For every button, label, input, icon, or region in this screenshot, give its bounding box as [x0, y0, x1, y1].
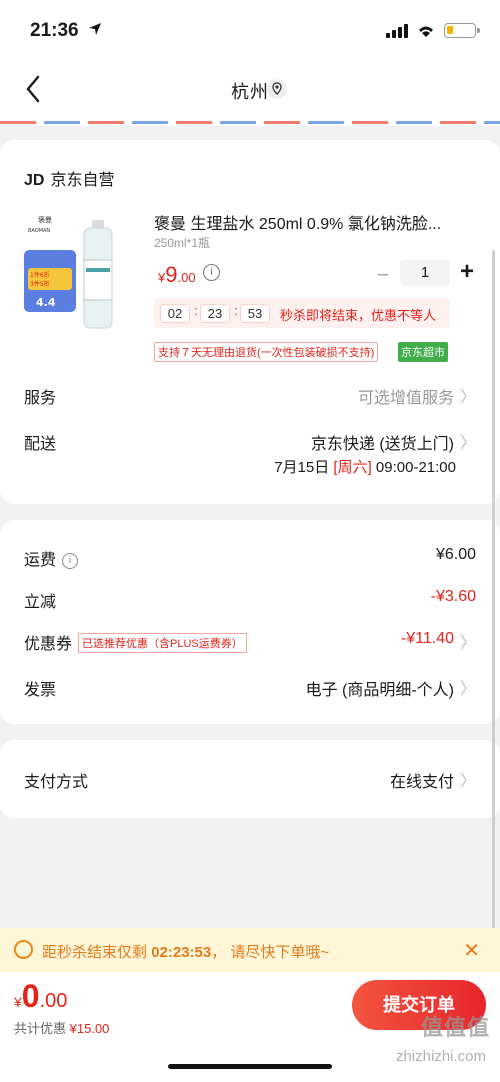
chevron-right-icon: 〉: [459, 435, 476, 452]
return-policy-tag: 支持７天无理由退货(一次性包装破损不支持): [154, 342, 379, 362]
countdown-text: 秒杀即将结束，优惠不等人: [280, 308, 437, 323]
order-item-card: JD 京东自营 褒曼 BAOMAN 1件6折 3件5折 4.4 褒曼 生理盐水 2…: [0, 140, 500, 504]
shop-name[interactable]: JD 京东自营: [24, 166, 114, 190]
home-indicator[interactable]: [168, 1064, 332, 1069]
flash-sale-countdown: 02 : 23 : 53 秒杀即将结束，优惠不等人: [154, 298, 450, 328]
quantity-input[interactable]: 1: [400, 260, 450, 286]
quantity-increase-button[interactable]: +: [456, 258, 478, 286]
checkout-bar: ¥0.00 共计优惠 ¥15.00 提交订单 值值值 zhizhizhi.com: [0, 972, 500, 1082]
shipping-info-icon[interactable]: i: [62, 553, 79, 569]
banner-text: 距秒杀结束仅剩 02:23:53， 请尽快下单哦~: [42, 944, 330, 961]
product-image[interactable]: 褒曼 BAOMAN 1件6折 3件5折 4.4: [22, 210, 130, 330]
close-icon[interactable]: ✕: [463, 938, 480, 963]
image-brand-en: BAOMAN: [28, 228, 50, 234]
watermark-url: zhizhizhi.com: [395, 1048, 486, 1065]
product-price: ¥9.00: [158, 262, 196, 287]
chevron-right-icon: 〉: [459, 681, 476, 698]
countdown-seconds: 53: [240, 304, 270, 323]
coupon-tag: 已选推荐优惠（含PLUS运费券）: [78, 633, 247, 653]
fee-summary-card: 运费 i ¥6.00 立减 -¥3.60 优惠券 已选推荐优惠（含PLUS运费券） …: [0, 520, 500, 724]
countdown-hours: 02: [160, 304, 190, 323]
status-time: 21:36: [30, 20, 79, 41]
watermark: 值值值: [420, 1015, 490, 1040]
clock-icon: [14, 940, 33, 959]
nav-bar: 杭州: [0, 60, 500, 118]
chevron-right-icon: 〉: [459, 635, 476, 652]
location-arrow-icon: [89, 23, 101, 35]
chevron-right-icon: 〉: [459, 389, 476, 406]
payment-card: 支付方式 在线支付 〉: [0, 740, 500, 818]
cellular-signal-icon: [386, 24, 408, 38]
status-bar: 21:36: [0, 0, 500, 60]
product-title[interactable]: 褒曼 生理盐水 250ml 0.9% 氯化钠洗脸...: [154, 210, 470, 234]
envelope-stripe: [0, 118, 500, 126]
chevron-right-icon: 〉: [459, 773, 476, 790]
wifi-icon: [419, 26, 433, 37]
total-savings: 共计优惠 ¥15.00: [14, 1021, 110, 1036]
jd-logo: JD: [24, 172, 45, 189]
image-badge-1: 1件6折: [30, 271, 50, 279]
image-brand: 褒曼: [38, 215, 52, 224]
map-pin-icon[interactable]: [266, 78, 288, 100]
flash-sale-banner: 距秒杀结束仅剩 02:23:53， 请尽快下单哦~ ✕: [0, 928, 500, 972]
countdown-minutes: 23: [200, 304, 230, 323]
price-info-icon[interactable]: i: [203, 264, 220, 281]
product-spec: 250ml*1瓶: [154, 236, 211, 250]
total-price: ¥0.00: [14, 978, 68, 1014]
image-rating: 4.4: [36, 296, 56, 309]
quantity-decrease-button[interactable]: −: [374, 262, 392, 288]
supermarket-tag: 京东超市: [398, 342, 448, 362]
scrollbar[interactable]: [492, 250, 495, 940]
image-badge-2: 3件5折: [30, 280, 50, 288]
delivery-time: 7月15日 [周六] 09:00-21:00: [274, 459, 456, 476]
battery-icon: [444, 23, 480, 38]
page-title: 杭州: [231, 82, 269, 102]
